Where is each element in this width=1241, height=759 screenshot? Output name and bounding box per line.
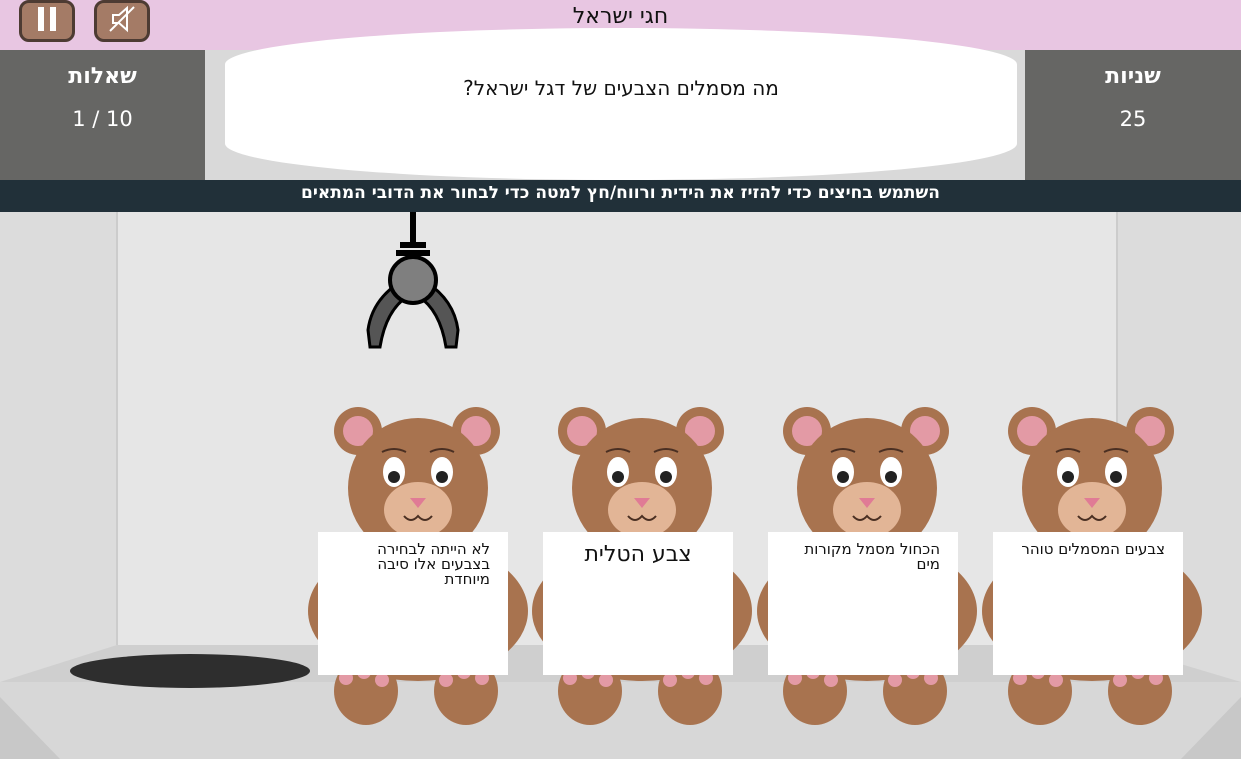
game-title: חגי ישראל <box>572 4 669 29</box>
questions-label: שאלות <box>68 64 137 89</box>
pause-button[interactable] <box>19 0 75 42</box>
question-panel <box>225 28 1017 180</box>
answer-sign-3[interactable]: הכחול מסמל מקורות מים <box>768 532 958 675</box>
pause-icon <box>32 4 62 38</box>
sound-muted-icon <box>105 2 139 40</box>
claw-icon[interactable] <box>362 212 464 354</box>
questions-panel: שאלות 1 / 10 <box>0 50 205 180</box>
question-text: מה מסמלים הצבעים של דגל ישראל? <box>463 76 779 100</box>
instruction-bar: השתמש בחיצים כדי להזיז את הידית ורווח/חץ… <box>0 180 1241 212</box>
timer-panel: שניות 25 <box>1025 50 1241 180</box>
answer-sign-4[interactable]: צבעים המסמלים טוהר <box>993 532 1183 675</box>
drop-hole <box>70 654 310 688</box>
sound-toggle-button[interactable] <box>94 0 150 42</box>
timer-label: שניות <box>1105 64 1161 89</box>
questions-progress: 1 / 10 <box>72 107 133 131</box>
timer-value: 25 <box>1119 107 1147 131</box>
answer-sign-2[interactable]: צבע הטלית <box>543 532 733 675</box>
answer-sign-1[interactable]: לא הייתה לבחירה בצבעים אלו סיבה מיוחדת <box>318 532 508 675</box>
